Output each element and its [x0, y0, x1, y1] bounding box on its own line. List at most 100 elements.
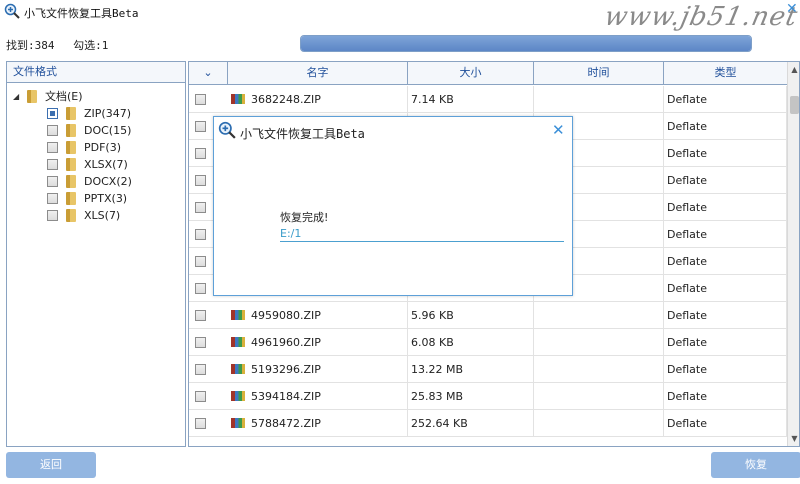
cell-size-text: 7.14 KB: [411, 93, 454, 106]
dialog-title: 小飞文件恢复工具Beta: [240, 127, 365, 141]
row-checkbox[interactable]: [195, 391, 206, 402]
table-row[interactable]: 5193296.ZIP 13.22 MB Deflate: [189, 356, 787, 383]
row-checkbox[interactable]: [195, 202, 206, 213]
tree-root[interactable]: ◢ 文档(E): [13, 88, 83, 104]
cell-name-text: 3682248.ZIP: [251, 93, 321, 106]
cell-time: [534, 383, 664, 410]
folder-icon: [27, 89, 37, 103]
cell-type-text: Deflate: [667, 309, 707, 322]
expand-triangle-icon[interactable]: ◢: [13, 92, 27, 101]
row-checkbox[interactable]: [195, 121, 206, 132]
cell-name-text: 5788472.ZIP: [251, 417, 321, 430]
cell-type-text: Deflate: [667, 147, 707, 160]
column-size[interactable]: 大小: [408, 62, 534, 85]
tree-header: 文件格式: [7, 62, 185, 83]
table-row[interactable]: 4959080.ZIP 5.96 KB Deflate: [189, 302, 787, 329]
checkbox[interactable]: [47, 176, 58, 187]
checkbox[interactable]: [47, 210, 58, 221]
scroll-down-icon[interactable]: ▼: [789, 433, 799, 444]
folder-icon: [66, 141, 76, 154]
tree-item-label: DOC(15): [84, 124, 132, 137]
column-name[interactable]: 名字: [228, 62, 408, 85]
tree-item-label: PPTX(3): [84, 192, 128, 205]
magnifier-plus-icon: [4, 3, 20, 19]
folder-icon: [66, 192, 76, 205]
table-row[interactable]: 5788472.ZIP 252.64 KB Deflate: [189, 410, 787, 437]
title-bar: 小飞文件恢复工具Beta www.jb51.net ✕: [0, 0, 800, 32]
cell-type-text: Deflate: [667, 363, 707, 376]
row-checkbox[interactable]: [195, 94, 206, 105]
dialog-close-icon[interactable]: ✕: [552, 121, 565, 139]
checkbox[interactable]: [47, 159, 58, 170]
cell-size: 25.83 MB: [408, 383, 534, 410]
cell-name-text: 5193296.ZIP: [251, 363, 321, 376]
cell-size: 6.08 KB: [408, 329, 534, 356]
row-checkbox[interactable]: [195, 337, 206, 348]
close-icon[interactable]: ✕: [786, 1, 798, 17]
cell-type: Deflate: [664, 410, 787, 437]
tree-item[interactable]: XLS(7): [47, 207, 120, 224]
checkbox[interactable]: [47, 193, 58, 204]
cell-name-text: 4961960.ZIP: [251, 336, 321, 349]
cell-name: 4959080.ZIP: [228, 302, 408, 329]
zip-file-icon: [231, 94, 245, 104]
row-checkbox[interactable]: [195, 283, 206, 294]
back-button[interactable]: 返回: [6, 452, 96, 478]
table-row[interactable]: 5394184.ZIP 25.83 MB Deflate: [189, 383, 787, 410]
scroll-up-icon[interactable]: ▲: [789, 64, 799, 75]
tree-item-label: PDF(3): [84, 141, 122, 154]
cell-type-text: Deflate: [667, 417, 707, 430]
vertical-scrollbar[interactable]: ▲ ▼: [787, 62, 799, 446]
checkbox[interactable]: [47, 108, 58, 119]
tree-item[interactable]: ZIP(347): [47, 105, 131, 122]
scan-stats: 找到:384 勾选:1: [6, 37, 120, 53]
column-select-menu[interactable]: ⌄: [189, 62, 228, 85]
tree-item[interactable]: DOCX(2): [47, 173, 132, 190]
cell-size: 7.14 KB: [408, 86, 534, 113]
folder-icon: [66, 158, 76, 171]
tree-item[interactable]: PPTX(3): [47, 190, 127, 207]
row-checkbox[interactable]: [195, 175, 206, 186]
checked-count: 勾选:1: [73, 39, 109, 52]
cell-type: Deflate: [664, 140, 787, 167]
row-checkbox[interactable]: [195, 256, 206, 267]
watermark: www.jb51.net: [602, 2, 800, 32]
tree-item[interactable]: XLSX(7): [47, 156, 128, 173]
cell-time: [534, 302, 664, 329]
cell-type: Deflate: [664, 383, 787, 410]
recover-button[interactable]: 恢复: [711, 452, 800, 478]
zip-file-icon: [231, 418, 245, 428]
row-checkbox[interactable]: [195, 418, 206, 429]
cell-type: Deflate: [664, 86, 787, 113]
tree-item[interactable]: DOC(15): [47, 122, 131, 139]
cell-type-text: Deflate: [667, 93, 707, 106]
row-checkbox[interactable]: [195, 148, 206, 159]
file-format-tree: 文件格式 ◢ 文档(E) ZIP(347) DOC(15) PDF(3) XLSX(7…: [6, 61, 186, 447]
tree-item[interactable]: PDF(3): [47, 139, 121, 156]
cell-type: Deflate: [664, 302, 787, 329]
table-row[interactable]: 3682248.ZIP 7.14 KB Deflate: [189, 86, 787, 113]
cell-name: 4961960.ZIP: [228, 329, 408, 356]
table-row[interactable]: 4961960.ZIP 6.08 KB Deflate: [189, 329, 787, 356]
cell-type: Deflate: [664, 194, 787, 221]
cell-time: [534, 329, 664, 356]
cell-type-text: Deflate: [667, 120, 707, 133]
checkbox[interactable]: [47, 142, 58, 153]
cell-size: 13.22 MB: [408, 356, 534, 383]
tree-item-label: XLSX(7): [84, 158, 128, 171]
column-type[interactable]: 类型: [664, 62, 787, 85]
scroll-thumb[interactable]: [790, 96, 799, 114]
cell-name-text: 4959080.ZIP: [251, 309, 321, 322]
checkbox[interactable]: [47, 125, 58, 136]
cell-name-text: 5394184.ZIP: [251, 390, 321, 403]
cell-type: Deflate: [664, 248, 787, 275]
output-path-link[interactable]: E:/1: [280, 227, 564, 242]
row-checkbox[interactable]: [195, 310, 206, 321]
table-header: ⌄ 名字 大小 时间 类型: [189, 62, 799, 85]
cell-type-text: Deflate: [667, 255, 707, 268]
cell-time: [534, 410, 664, 437]
column-time[interactable]: 时间: [534, 62, 664, 85]
row-checkbox[interactable]: [195, 364, 206, 375]
row-checkbox[interactable]: [195, 229, 206, 240]
tree-item-label: XLS(7): [84, 209, 121, 222]
